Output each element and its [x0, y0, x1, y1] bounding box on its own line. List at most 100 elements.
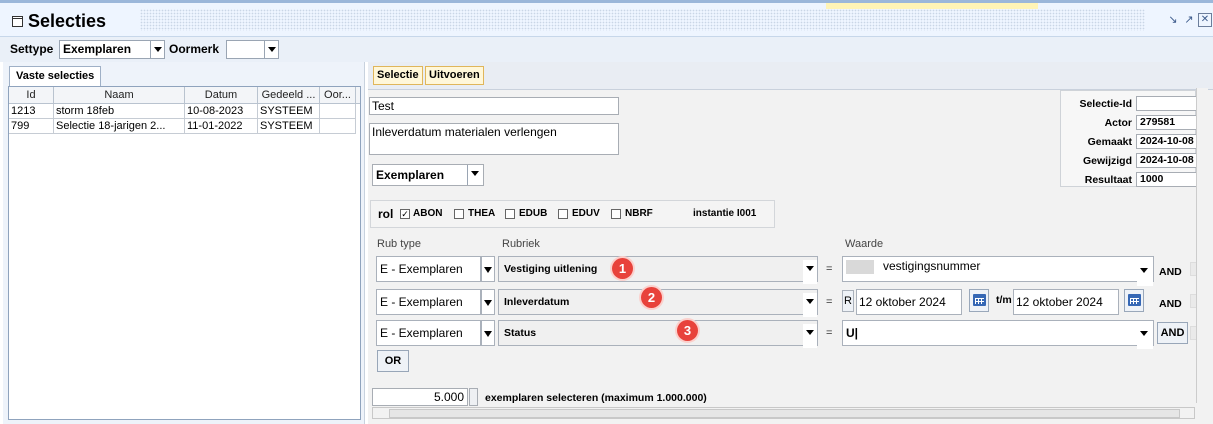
date-to-input[interactable]: 12 oktober 2024 [1013, 289, 1119, 315]
right-tabs: Selectie Uitvoeren [368, 62, 1213, 90]
settype-select[interactable]: Exemplaren [59, 40, 165, 59]
selectie-id-value [1136, 96, 1198, 111]
chevron-down-icon[interactable] [481, 320, 495, 346]
checkbox-abon[interactable]: ✓ [400, 209, 410, 219]
resultaat-label: Resultaat [1084, 174, 1132, 186]
window-titlebar: Selecties ↘ ↗ ✕ [0, 0, 1213, 37]
resultaat-value: 1000 [1136, 172, 1198, 187]
checkbox-abon-label: ABON [413, 208, 443, 219]
column-header-id[interactable]: Id [9, 87, 54, 104]
titlebar-highlight [826, 3, 1038, 9]
date-from-input[interactable]: 12 oktober 2024 [856, 289, 962, 315]
checkbox-thea-label: THEA [468, 208, 496, 219]
relative-date-toggle[interactable]: R [842, 290, 854, 312]
chevron-down-icon [1137, 262, 1153, 286]
checkbox-thea[interactable] [454, 209, 464, 219]
settype-bar: Settype Exemplaren Oormerk [0, 37, 1213, 62]
table-row[interactable]: 799 Selectie 18-jarigen 2... 11-01-2022 … [9, 119, 356, 134]
rubriek-select[interactable]: Vestiging uitlening [498, 256, 818, 284]
chevron-down-icon [803, 260, 817, 284]
count-spinner-input[interactable]: 5.000 [372, 388, 468, 406]
operator-label: = [826, 263, 833, 275]
chevron-down-icon [264, 41, 278, 58]
rubriek-value: Inleverdatum [504, 296, 570, 308]
cell-datum: 10-08-2023 [185, 104, 258, 119]
gemaakt-label: Gemaakt [1087, 136, 1132, 148]
annotation-badge: 3 [677, 320, 698, 341]
tab-selectie[interactable]: Selectie [373, 66, 423, 85]
column-header-oormerk[interactable]: Oor... [320, 87, 356, 104]
chevron-down-icon [467, 165, 483, 185]
chevron-down-icon [1137, 325, 1153, 349]
window-title: Selecties [28, 11, 107, 31]
chevron-down-icon [803, 324, 817, 348]
chevron-down-icon[interactable] [481, 256, 495, 282]
oormerk-select[interactable] [226, 40, 279, 59]
rol-box: rol ✓ ABON THEA EDUB EDUV NBRF instantie… [370, 200, 775, 228]
or-button[interactable]: OR [377, 350, 409, 372]
info-box: Selectie-Id Actor 279581 Gemaakt 2024-10… [1060, 90, 1198, 187]
waarde-value: U| [846, 326, 859, 340]
actor-label: Actor [1104, 117, 1132, 129]
tm-label: t/m [996, 294, 1012, 306]
and-label[interactable]: AND [1159, 298, 1182, 310]
column-header-datum[interactable]: Datum [185, 87, 258, 104]
column-header-gedeeld[interactable]: Gedeeld ... [258, 87, 320, 104]
gemaakt-value: 2024-10-08 [1136, 134, 1198, 149]
checkbox-nbrf-label: NBRF [625, 208, 653, 219]
chevron-down-icon[interactable] [481, 289, 495, 315]
rubriek-value: Status [504, 327, 537, 339]
selection-description-input[interactable]: Inleverdatum materialen verlengen [369, 123, 619, 155]
chevron-down-icon [150, 41, 164, 58]
selections-table: Id Naam Datum Gedeeld ... Oor... 1213 st… [8, 86, 361, 420]
instantie-label: instantie I001 [693, 208, 757, 219]
actor-value: 279581 [1136, 115, 1198, 130]
rub-type-select[interactable]: E - Exemplaren [376, 320, 481, 346]
gewijzigd-label: Gewijzigd [1082, 155, 1132, 167]
column-header-naam[interactable]: Naam [54, 87, 185, 104]
calendar-icon[interactable] [969, 289, 989, 312]
checkbox-eduv-label: EDUV [572, 208, 600, 219]
cell-naam: Selectie 18-jarigen 2... [54, 119, 185, 134]
tab-vaste-selecties[interactable]: Vaste selecties [9, 66, 102, 86]
rubriek-header: Rubriek [502, 238, 540, 250]
cell-naam: storm 18feb [54, 104, 185, 119]
rubriek-select[interactable]: Status [498, 320, 818, 348]
table-row[interactable]: 1213 storm 18feb 10-08-2023 SYSTEEM [9, 104, 356, 119]
window-icon [12, 16, 23, 27]
restore-icon[interactable]: ↗ [1182, 13, 1196, 27]
checkbox-nbrf[interactable] [611, 209, 621, 219]
scrollbar-thumb[interactable] [389, 409, 1180, 418]
waarde-select[interactable]: vestigingsnummer [842, 256, 1154, 286]
cell-oormerk [320, 104, 356, 119]
vertical-scrollbar[interactable] [1196, 88, 1208, 403]
cell-oormerk [320, 119, 356, 134]
checkbox-eduv[interactable] [558, 209, 568, 219]
selectie-id-label: Selectie-Id [1079, 98, 1132, 110]
minimize-icon[interactable]: ↘ [1166, 13, 1180, 27]
waarde-value: vestigingsnummer [883, 259, 981, 273]
cell-gedeeld: SYSTEEM [258, 119, 320, 134]
and-label[interactable]: AND [1159, 266, 1182, 278]
horizontal-scrollbar[interactable] [372, 407, 1195, 419]
cell-id: 799 [9, 119, 54, 134]
annotation-badge: 1 [612, 258, 633, 279]
calendar-icon[interactable] [1124, 289, 1144, 312]
checkbox-edub[interactable] [505, 209, 515, 219]
chevron-down-icon [803, 293, 817, 317]
close-icon[interactable]: ✕ [1198, 13, 1212, 27]
waarde-input[interactable]: U| [842, 320, 1154, 349]
count-description: exemplaren selecteren (maximum 1.000.000… [485, 392, 707, 404]
waarde-header: Waarde [845, 238, 884, 250]
tab-uitvoeren[interactable]: Uitvoeren [425, 66, 484, 85]
operator-label: = [826, 296, 833, 308]
operator-label: = [826, 327, 833, 339]
selection-name-input[interactable]: Test [369, 97, 619, 115]
rub-type-select[interactable]: E - Exemplaren [376, 256, 481, 282]
spinner-arrows-icon[interactable] [469, 388, 478, 406]
checkbox-edub-label: EDUB [519, 208, 548, 219]
table-header: Id Naam Datum Gedeeld ... Oor... [9, 87, 360, 104]
and-button[interactable]: AND [1157, 322, 1188, 344]
rub-type-select[interactable]: E - Exemplaren [376, 289, 481, 315]
type-select[interactable]: Exemplaren [372, 164, 484, 186]
